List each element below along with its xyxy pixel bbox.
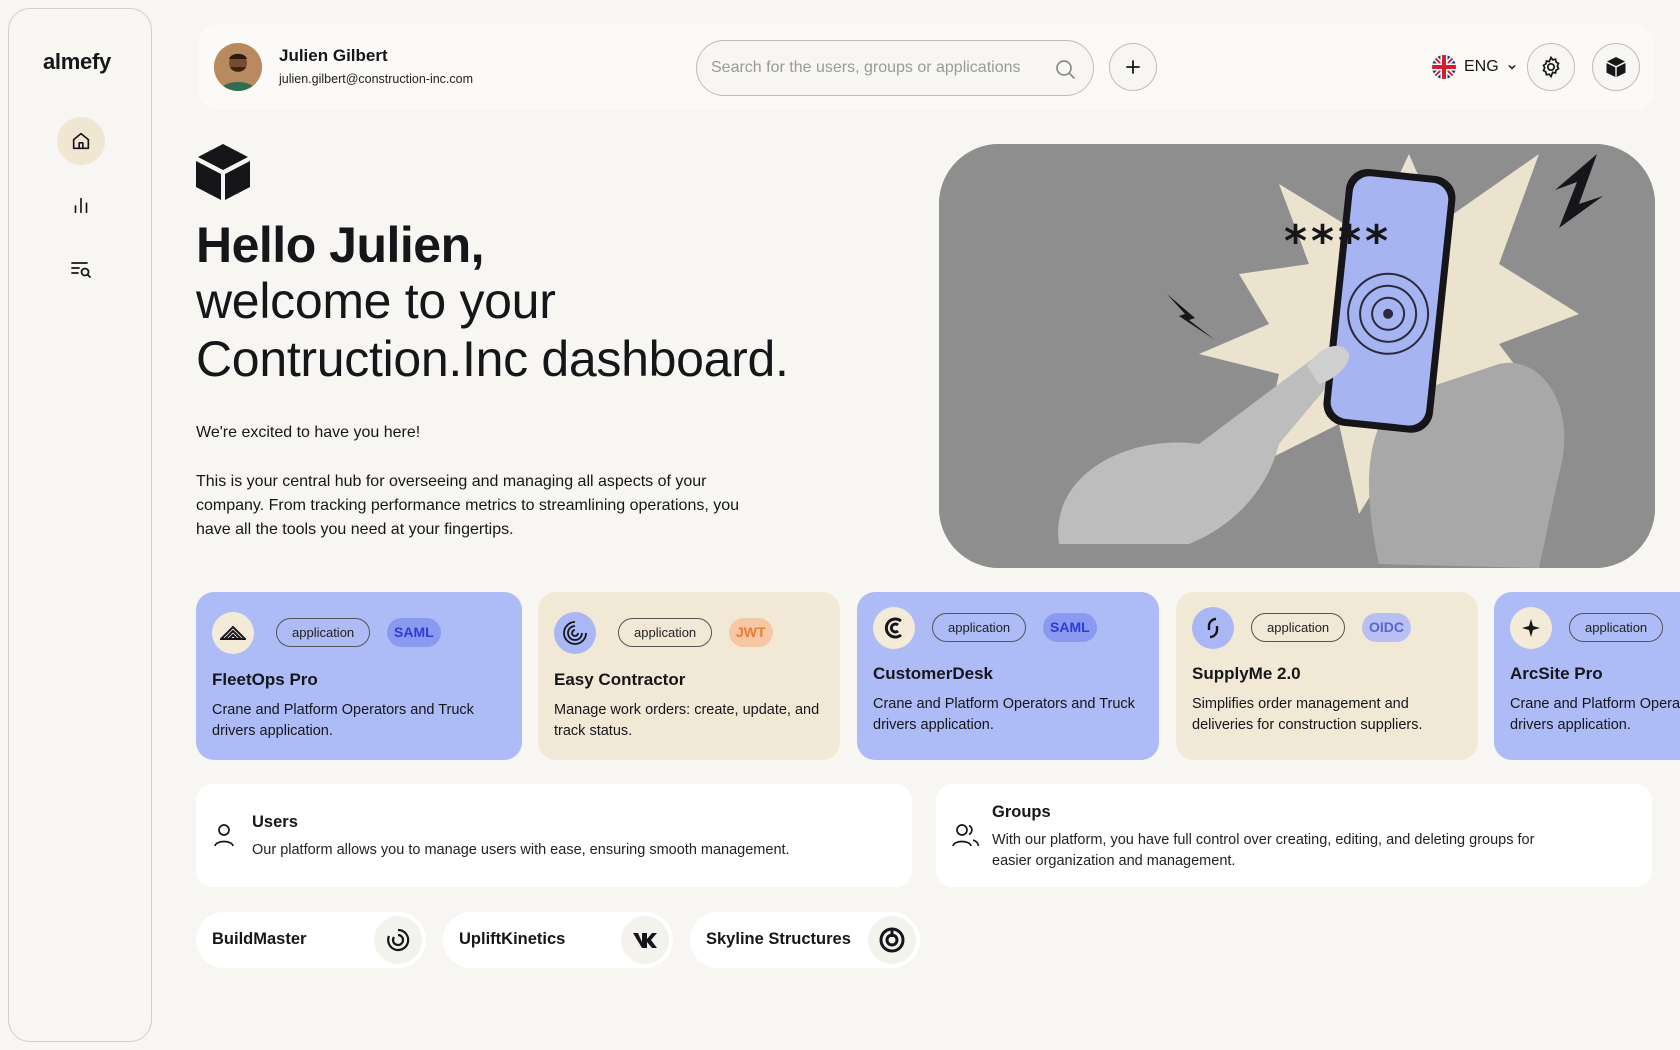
app-tag: application [276,618,371,647]
excited-text: We're excited to have you here! [196,424,421,441]
app-description: Crane and Platform Operators and Truck d… [1510,696,1680,733]
app-card-easy-contractor[interactable]: application JWT Easy Contractor Manage w… [538,592,840,760]
add-button[interactable] [1109,43,1157,91]
language-selector[interactable]: ENG [1431,54,1518,80]
bar-chart-icon [74,197,88,214]
search-box [696,40,1094,96]
app-tag: application [618,618,713,647]
hub-description: This is your central hub for overseeing … [196,473,740,538]
user-email: julien.gilbert@construction-inc.com [279,72,474,86]
search-input[interactable] [711,55,1041,81]
app-description: Simplifies order management and deliveri… [1192,696,1423,733]
app-card-arcsite[interactable]: application ArcSite Pro Crane and Platfo… [1494,592,1680,760]
app-tag: application [1569,613,1664,642]
welcome-line-1: welcome to your [196,273,556,329]
users-card[interactable]: Users Our platform allows you to manage … [196,784,912,887]
password-stars: **** [1284,216,1392,267]
app-card-customerdesk[interactable]: application SAML CustomerDesk Crane and … [857,592,1159,760]
cube-logo-icon [196,144,250,200]
user-name: Julien Gilbert [279,46,388,65]
home-icon [72,132,90,150]
gear-icon [1542,55,1560,79]
supplyme-logo-icon [1192,607,1234,649]
customerdesk-logo-icon [873,607,915,649]
brand-skyline-structures[interactable]: Skyline Structures [690,912,920,968]
users-description: Our platform allows you to manage users … [252,842,790,858]
user-icon [214,824,234,847]
sidebar-item-search-list[interactable] [57,245,105,293]
protocol-badge: JWT [729,618,773,647]
power-ring-logo-icon [868,916,916,964]
welcome-heading: welcome to your Contruction.Inc dashboar… [196,272,836,388]
hero-illustration: **** [939,144,1655,568]
welcome-line-2: Contruction.Inc dashboard. [196,331,789,387]
language-label: ENG [1464,58,1499,75]
protocol-badge: OIDC [1362,613,1411,642]
app-description: Crane and Platform Operators and Truck d… [873,696,1135,733]
app-card-supplyme[interactable]: application OIDC SupplyMe 2.0 Simplifies… [1176,592,1478,760]
plus-icon [1126,60,1140,74]
brand-upliftkinetics[interactable]: UpliftKinetics [443,912,673,968]
sidebar-item-home[interactable] [57,117,105,165]
spiral-logo-icon [374,916,422,964]
apps-button[interactable] [1592,43,1640,91]
list-search-icon [71,262,91,278]
app-card-fleetops[interactable]: application SAML FleetOps Pro Crane and … [196,592,522,760]
app-tag: application [1251,613,1346,642]
groups-card[interactable]: Groups With our platform, you have full … [936,784,1652,887]
groups-description: With our platform, you have full control… [992,832,1535,869]
app-description: Manage work orders: create, update, and … [554,702,820,739]
app-description: Crane and Platform Operators and Truck d… [212,702,474,739]
avatar[interactable] [214,43,262,91]
chevron-down-icon [1508,64,1516,70]
arcsite-logo-icon [1510,607,1552,649]
protocol-badge: SAML [1043,613,1097,642]
app-logo[interactable]: almefy [43,49,111,75]
brand-buildmaster[interactable]: BuildMaster [196,912,426,968]
protocol-badge: SAML [387,618,441,647]
app-tag: application [932,613,1027,642]
top-bar: Julien Gilbert julien.gilbert@constructi… [198,24,1654,110]
settings-button[interactable] [1527,43,1575,91]
uk-flag-icon [1432,55,1456,79]
app-title: Easy Contractor [554,670,686,689]
users-group-icon [952,824,980,847]
app-title: FleetOps Pro [212,670,318,689]
app-title: SupplyMe 2.0 [1192,664,1301,683]
app-title: CustomerDesk [873,664,993,683]
greeting-heading: Hello Julien, [196,217,485,273]
fleetops-logo-icon [212,612,254,654]
brand-name: UpliftKinetics [459,930,566,948]
users-title: Users [252,813,298,831]
vk-logo-icon [621,916,669,964]
sidebar-item-analytics[interactable] [57,181,105,229]
groups-title: Groups [992,803,1051,821]
app-title: ArcSite Pro [1510,664,1603,683]
cube-icon [1606,57,1626,77]
sidebar: almefy [8,8,152,1042]
brand-name: Skyline Structures [706,930,851,948]
brand-name: BuildMaster [212,930,307,948]
search-icon[interactable] [1053,57,1077,81]
easy-contractor-logo-icon [554,612,596,654]
